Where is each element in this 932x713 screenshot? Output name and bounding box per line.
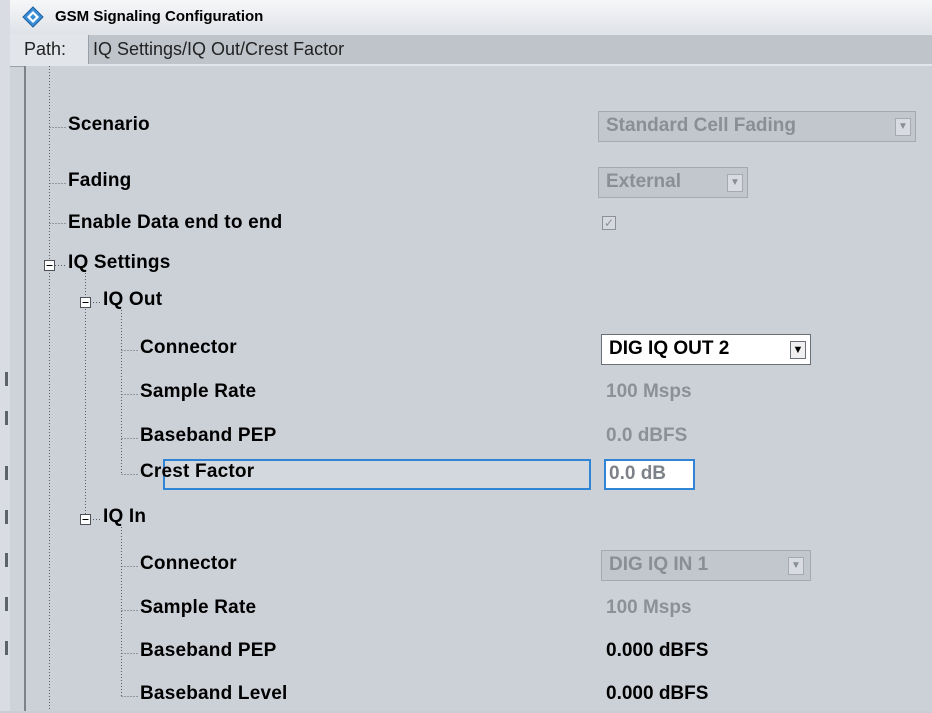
fading-select[interactable]: External ▼ bbox=[598, 167, 748, 198]
crest-factor-field[interactable]: 0.0 dB bbox=[604, 459, 695, 490]
edge-marker bbox=[5, 597, 8, 611]
tree-row-iq-settings[interactable]: IQ Settings bbox=[26, 248, 932, 282]
dropdown-arrow-icon: ▼ bbox=[727, 174, 743, 192]
iq-in-connector-value: DIG IQ IN 1 bbox=[609, 554, 709, 575]
tree-row-iq-in-sample-rate[interactable]: Sample Rate 100 Msps bbox=[26, 593, 932, 627]
iq-in-sample-rate-label: Sample Rate bbox=[140, 597, 257, 618]
path-field[interactable]: IQ Settings/IQ Out/Crest Factor bbox=[88, 35, 932, 64]
tree-row-iq-out-crest-factor[interactable]: Crest Factor bbox=[26, 457, 932, 491]
iq-in-connector-label: Connector bbox=[140, 553, 237, 574]
enable-data-checkbox[interactable]: ✓ bbox=[602, 216, 616, 230]
iq-in-label: IQ In bbox=[103, 506, 147, 527]
fading-label: Fading bbox=[68, 170, 132, 191]
iq-in-connector-select[interactable]: DIG IQ IN 1 ▼ bbox=[601, 550, 811, 581]
dropdown-arrow-icon: ▼ bbox=[788, 557, 804, 575]
iq-in-baseband-level-label: Baseband Level bbox=[140, 683, 288, 704]
title-bar[interactable]: GSM Signaling Configuration bbox=[10, 0, 932, 35]
iq-out-connector-select[interactable]: DIG IQ OUT 2 ▼ bbox=[601, 334, 811, 365]
tree-row-iq-out[interactable]: IQ Out bbox=[26, 285, 932, 319]
dropdown-arrow-icon: ▼ bbox=[895, 118, 911, 136]
window-title: GSM Signaling Configuration bbox=[55, 8, 264, 25]
crest-factor-value: 0.0 dB bbox=[609, 463, 667, 484]
edge-marker bbox=[5, 372, 8, 386]
iq-in-sample-rate-value: 100 Msps bbox=[606, 597, 692, 618]
fading-select-value: External bbox=[606, 171, 681, 192]
iq-out-label: IQ Out bbox=[103, 289, 163, 310]
edge-marker bbox=[5, 553, 8, 567]
scenario-select-value: Standard Cell Fading bbox=[606, 115, 797, 136]
edge-marker bbox=[5, 641, 8, 655]
scenario-label: Scenario bbox=[68, 114, 150, 135]
dropdown-arrow-icon[interactable]: ▼ bbox=[790, 341, 806, 359]
edge-marker bbox=[5, 466, 8, 480]
tree-row-iq-out-baseband-pep[interactable]: Baseband PEP 0.0 dBFS bbox=[26, 421, 932, 455]
enable-data-label: Enable Data end to end bbox=[68, 212, 283, 233]
crest-factor-label: Crest Factor bbox=[140, 461, 255, 482]
rohde-schwarz-diamond-icon bbox=[22, 6, 44, 28]
iq-out-connector-label: Connector bbox=[140, 337, 237, 358]
tree-row-iq-in[interactable]: IQ In bbox=[26, 502, 932, 536]
tree-row-iq-in-baseband-level[interactable]: Baseband Level 0.000 dBFS bbox=[26, 679, 932, 713]
iq-in-baseband-pep-value: 0.000 dBFS bbox=[606, 640, 709, 661]
tree-row-fading[interactable]: Fading External ▼ bbox=[26, 166, 932, 200]
tree-row-iq-in-connector[interactable]: Connector DIG IQ IN 1 ▼ bbox=[26, 549, 932, 583]
iq-out-sample-rate-value: 100 Msps bbox=[606, 381, 692, 402]
iq-out-baseband-pep-value: 0.0 dBFS bbox=[606, 425, 688, 446]
configuration-tree: Scenario Standard Cell Fading ▼ Fading E… bbox=[24, 66, 932, 711]
tree-row-enable-data-end-to-end[interactable]: Enable Data end to end ✓ bbox=[26, 208, 932, 242]
iq-out-sample-rate-label: Sample Rate bbox=[140, 381, 257, 402]
iq-out-baseband-pep-label: Baseband PEP bbox=[140, 425, 277, 446]
iq-out-connector-value: DIG IQ OUT 2 bbox=[609, 338, 730, 359]
tree-row-scenario[interactable]: Scenario Standard Cell Fading ▼ bbox=[26, 110, 932, 144]
iq-in-baseband-level-value: 0.000 dBFS bbox=[606, 683, 709, 704]
edge-marker bbox=[5, 411, 8, 425]
iq-in-baseband-pep-label: Baseband PEP bbox=[140, 640, 277, 661]
tree-row-iq-out-sample-rate[interactable]: Sample Rate 100 Msps bbox=[26, 377, 932, 411]
edge-marker bbox=[5, 510, 8, 524]
scenario-select[interactable]: Standard Cell Fading ▼ bbox=[598, 111, 916, 142]
path-bar: Path: IQ Settings/IQ Out/Crest Factor bbox=[10, 34, 932, 67]
iq-settings-label: IQ Settings bbox=[68, 252, 171, 273]
path-label: Path: bbox=[24, 39, 67, 59]
tree-row-iq-in-baseband-pep[interactable]: Baseband PEP 0.000 dBFS bbox=[26, 636, 932, 670]
gsm-signaling-configuration-window: GSM Signaling Configuration Path: IQ Set… bbox=[10, 0, 932, 711]
tree-row-iq-out-connector[interactable]: Connector DIG IQ OUT 2 ▼ bbox=[26, 333, 932, 367]
path-value: IQ Settings/IQ Out/Crest Factor bbox=[93, 39, 345, 59]
